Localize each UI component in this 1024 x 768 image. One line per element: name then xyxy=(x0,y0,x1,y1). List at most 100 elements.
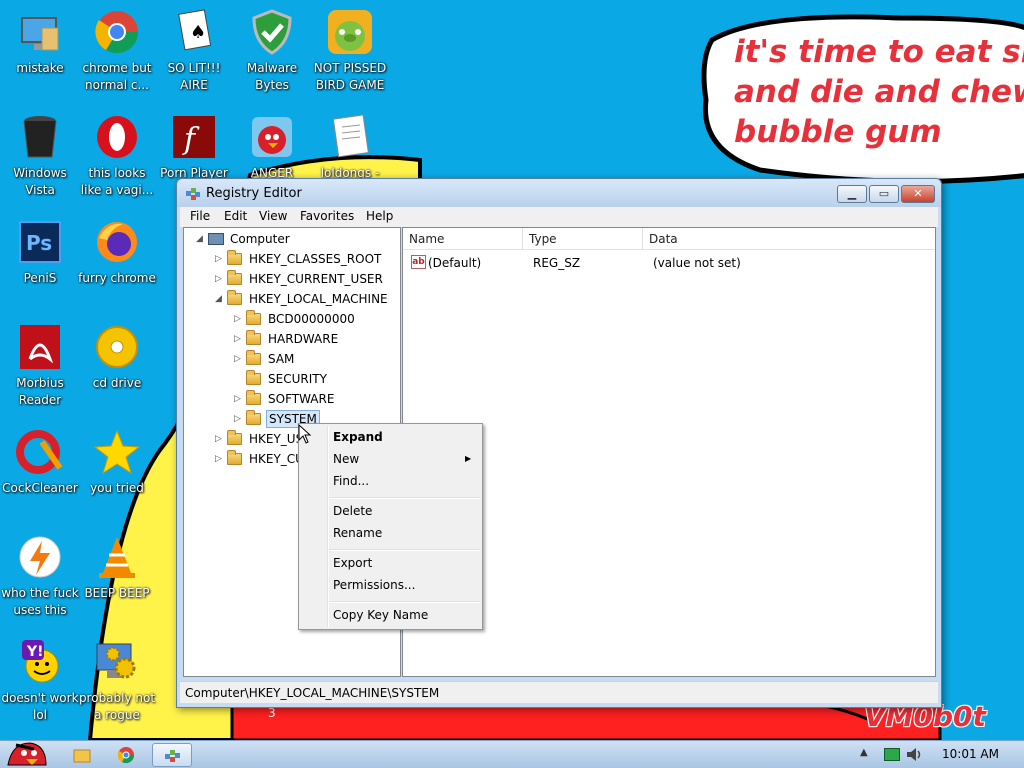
desktop-icon-photoshop[interactable]: Ps PeniS xyxy=(0,218,80,287)
collapse-arrow-icon[interactable]: ◢ xyxy=(215,290,225,308)
taskbar-explorer[interactable] xyxy=(62,743,102,767)
folder-icon xyxy=(246,330,261,345)
expand-arrow-icon[interactable]: ▷ xyxy=(234,410,244,428)
icon-label: SO LIT!!! AIRE xyxy=(167,61,221,92)
folder-icon xyxy=(246,390,261,405)
menu-item-delete[interactable]: Delete xyxy=(333,501,372,521)
taskbar-chrome[interactable] xyxy=(106,743,146,767)
taskbar-registry-editor[interactable] xyxy=(152,743,192,767)
tree-node-label: HARDWARE xyxy=(268,332,339,346)
desktop-icon-ccleaner[interactable]: CockCleaner xyxy=(0,428,80,497)
tree-node-label: HKEY_LOCAL_MACHINE xyxy=(249,292,388,306)
expand-arrow-icon[interactable]: ▷ xyxy=(234,330,244,348)
desktop-icon-vlc[interactable]: BEEP BEEP xyxy=(77,533,157,602)
vlc-icon xyxy=(93,533,141,581)
desktop-icon-anger[interactable]: ANGER xyxy=(232,113,312,182)
minimize-button[interactable]: ▁ xyxy=(837,185,867,203)
menu-help[interactable]: Help xyxy=(366,209,393,223)
maximize-button[interactable]: ▭ xyxy=(869,185,899,203)
menu-favorites[interactable]: Favorites xyxy=(300,209,354,223)
menu-item-export[interactable]: Export xyxy=(333,553,372,573)
menu-item-expand[interactable]: Expand xyxy=(333,427,383,447)
desktop-icon-firefox[interactable]: furry chrome xyxy=(77,218,157,287)
title-bar[interactable]: Registry Editor ▁ ▭ ✕ xyxy=(177,179,941,207)
desktop-icon-loldongs[interactable]: loldongs - xyxy=(310,113,390,182)
tree-node-label: BCD00000000 xyxy=(268,312,355,326)
menu-file[interactable]: File xyxy=(190,209,210,223)
network-icon[interactable] xyxy=(884,748,900,761)
desktop-icon-acrobat[interactable]: Morbius Reader xyxy=(0,323,80,409)
angry-bird-icon xyxy=(248,113,296,161)
icon-label: chrome but normal c... xyxy=(82,61,152,92)
firefox-icon xyxy=(93,218,141,266)
menu-item-rename[interactable]: Rename xyxy=(333,523,382,543)
cd-icon xyxy=(93,323,141,371)
pig-icon xyxy=(326,8,374,56)
expand-arrow-icon[interactable]: ▷ xyxy=(215,250,225,268)
menu-item-copy-key-name[interactable]: Copy Key Name xyxy=(333,605,428,625)
desktop-icon-chrome[interactable]: chrome but normal c... xyxy=(77,8,157,94)
menu-item-find[interactable]: Find... xyxy=(333,471,369,491)
close-button[interactable]: ✕ xyxy=(901,185,935,203)
icon-label: doesn't work lol xyxy=(1,691,79,722)
submenu-arrow-icon: ▶ xyxy=(465,454,472,463)
desktop-icon-yahoo[interactable]: Y! doesn't work lol xyxy=(0,638,80,724)
icon-label: cd drive xyxy=(92,376,142,390)
icon-label: probably not a rogue xyxy=(78,691,156,722)
speech-bubble-text: it's time to eat shit and die and chew b… xyxy=(734,32,1024,152)
expand-arrow-icon[interactable]: ▷ xyxy=(234,310,244,328)
desktop-stray-label: 3 xyxy=(268,706,276,720)
column-header-type[interactable]: Type xyxy=(523,228,643,250)
menu-item-permissions[interactable]: Permissions... xyxy=(333,575,415,595)
desktop-icon-rogue[interactable]: probably not a rogue xyxy=(77,638,157,724)
icon-label: who the fuck uses this xyxy=(1,586,79,617)
icon-label: Windows Vista xyxy=(13,166,67,197)
icon-label: this looks like a vagi... xyxy=(80,166,154,197)
desktop-icon-flash[interactable]: f Porn Player xyxy=(154,113,234,182)
expand-arrow-icon[interactable]: ▷ xyxy=(215,430,225,448)
registry-editor-window[interactable]: Registry Editor ▁ ▭ ✕ File Edit View Fav… xyxy=(176,178,942,708)
shield-icon xyxy=(248,8,296,56)
tree-node-label: SECURITY xyxy=(268,372,327,386)
expand-arrow-icon[interactable]: ▷ xyxy=(215,450,225,468)
desktop-icon-avast[interactable]: who the fuck uses this xyxy=(0,533,80,619)
collapse-arrow-icon[interactable]: ◢ xyxy=(196,230,206,248)
desktop-icon-mistake[interactable]: mistake xyxy=(0,8,80,77)
column-header-data[interactable]: Data xyxy=(643,228,935,250)
status-path: Computer\HKEY_LOCAL_MACHINE\SYSTEM xyxy=(185,686,440,700)
desktop-icon-pig-game[interactable]: NOT PISSED BIRD GAME xyxy=(310,8,390,94)
speech-line: and die and chew xyxy=(734,74,1024,110)
start-button[interactable] xyxy=(4,735,48,768)
expand-arrow-icon[interactable]: ▷ xyxy=(215,270,225,288)
icon-label: mistake xyxy=(16,61,64,75)
taskbar-clock[interactable]: 10:01 AM xyxy=(942,747,999,761)
desktop-icon-solitaire[interactable]: ♠ SO LIT!!! AIRE xyxy=(154,8,234,94)
document-icon xyxy=(326,113,374,161)
opera-icon xyxy=(93,113,141,161)
value-name: (Default) xyxy=(428,256,482,270)
desktop-icon-star[interactable]: you tried xyxy=(77,428,157,497)
mouse-cursor-icon xyxy=(298,424,312,444)
list-header: Name Type Data xyxy=(403,228,935,250)
expand-arrow-icon[interactable]: ▷ xyxy=(234,350,244,368)
icon-label: Malware Bytes xyxy=(246,61,298,92)
folder-icon xyxy=(227,430,242,445)
desktop-icon-windows-vista[interactable]: Windows Vista xyxy=(0,113,80,199)
expand-arrow-icon[interactable]: ▷ xyxy=(234,390,244,408)
volume-icon[interactable] xyxy=(906,747,924,762)
column-header-name[interactable]: Name xyxy=(403,228,523,250)
desktop-icon-malwarebytes[interactable]: Malware Bytes xyxy=(232,8,312,94)
show-hidden-icons-button[interactable]: ▲ xyxy=(860,747,868,758)
desktop-icon-cd-drive[interactable]: cd drive xyxy=(77,323,157,392)
tree-node-label: SAM xyxy=(268,352,295,366)
menu-separator xyxy=(329,601,480,603)
desktop-icon-opera[interactable]: this looks like a vagi... xyxy=(77,113,157,199)
monitor-icon xyxy=(16,8,64,56)
icon-label: furry chrome xyxy=(78,271,156,285)
folder-icon xyxy=(227,450,242,465)
tree-node-label: SOFTWARE xyxy=(268,392,335,406)
menu-item-new[interactable]: New xyxy=(333,449,359,469)
menu-view[interactable]: View xyxy=(259,209,287,223)
menu-edit[interactable]: Edit xyxy=(224,209,247,223)
string-value-icon: ab xyxy=(411,255,426,269)
